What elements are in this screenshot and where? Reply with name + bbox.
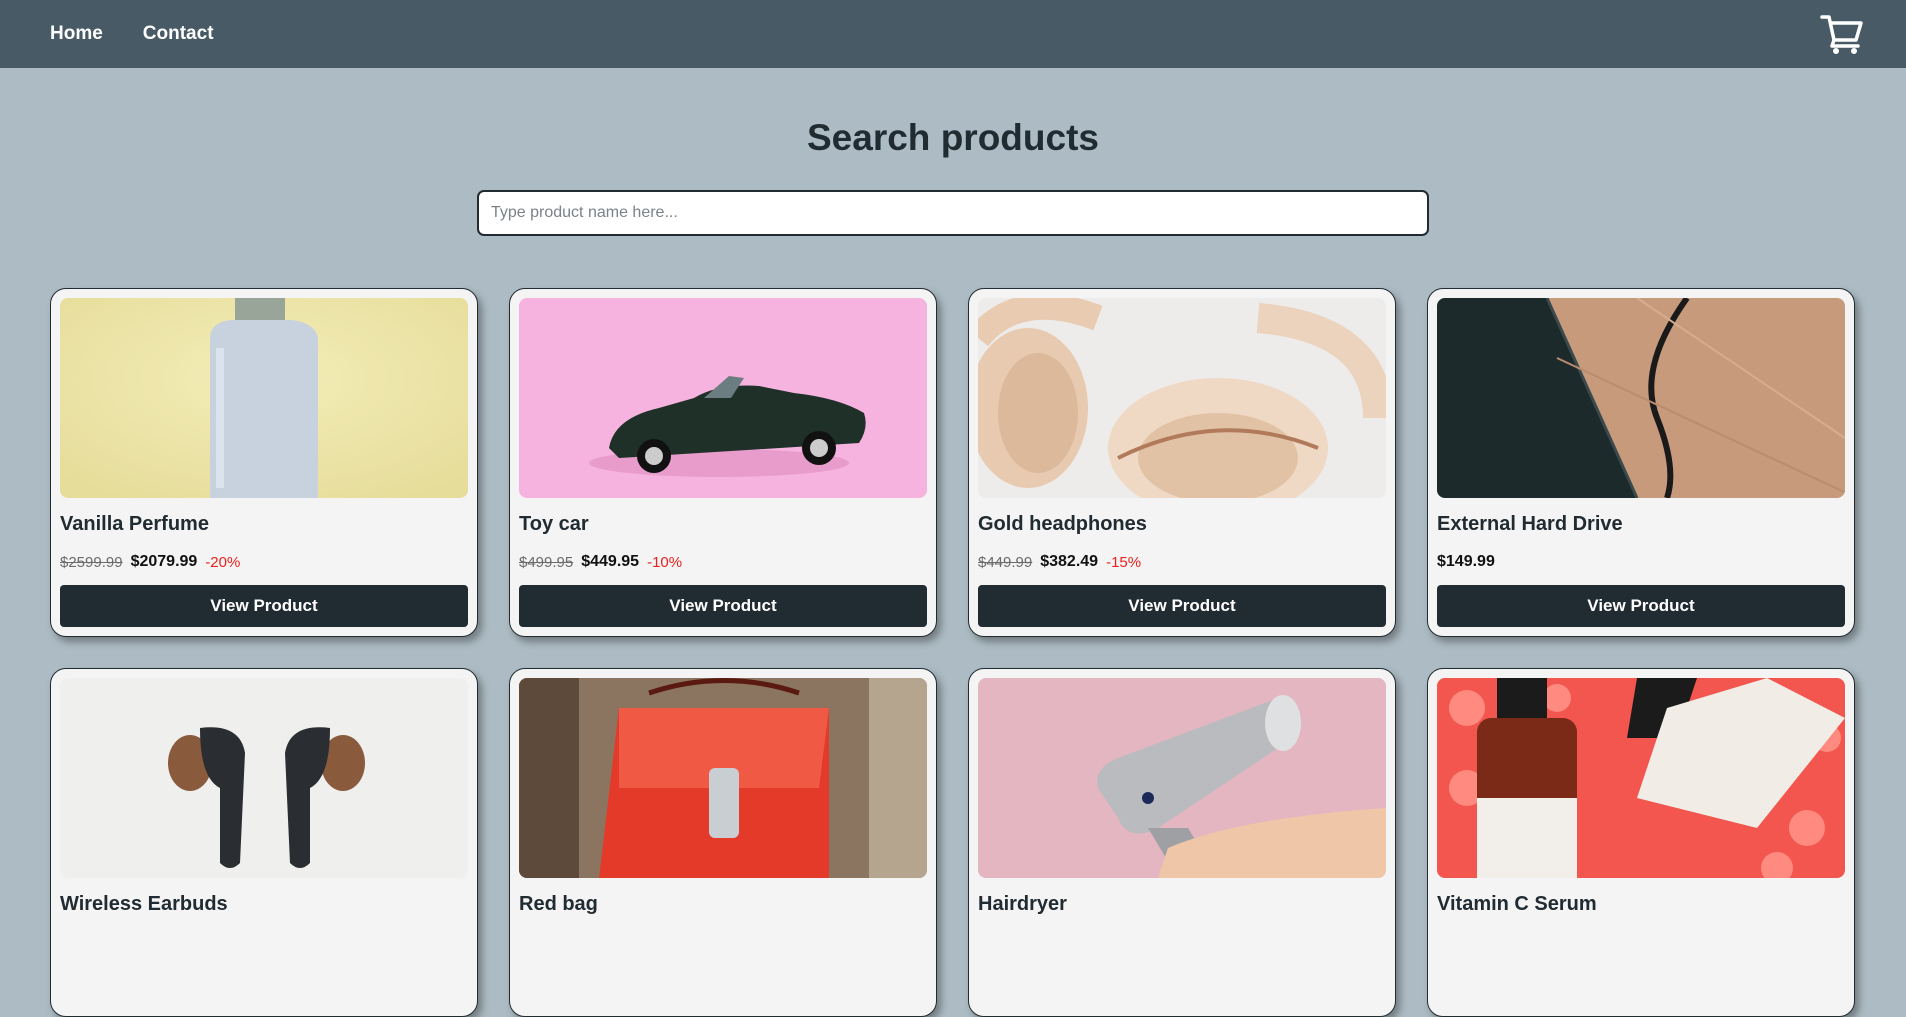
search-container	[0, 190, 1906, 236]
perfume-bottle-image[interactable]	[60, 298, 468, 498]
product-card: Vitamin C Serum	[1427, 668, 1855, 1017]
nav-links: Home Contact	[50, 23, 214, 45]
product-card: Vanilla Perfume $2599.99 $2079.99 -20% V…	[50, 288, 478, 637]
serum-bottles-image[interactable]	[1437, 678, 1845, 878]
price-row: $149.99	[1437, 552, 1845, 573]
old-price: $2599.99	[60, 553, 123, 571]
product-name: Gold headphones	[978, 513, 1147, 535]
price-row: $499.95 $449.95 -10%	[519, 552, 927, 573]
red-bag-image[interactable]	[519, 678, 927, 878]
headphones-image[interactable]	[978, 298, 1386, 498]
product-grid: Vanilla Perfume $2599.99 $2079.99 -20% V…	[0, 288, 1906, 1017]
current-price: $149.99	[1437, 553, 1495, 571]
price-row: $2599.99 $2079.99 -20%	[60, 552, 468, 573]
discount-badge: -15%	[1106, 553, 1142, 571]
view-product-button[interactable]: View Product	[60, 584, 468, 627]
product-name: Toy car	[519, 513, 589, 535]
product-name: Vanilla Perfume	[60, 513, 209, 535]
nav-contact-link[interactable]: Contact	[143, 23, 214, 45]
shopping-cart-icon[interactable]	[1818, 10, 1866, 58]
toy-car-image[interactable]	[519, 298, 927, 498]
discount-badge: -10%	[647, 553, 683, 571]
product-name: Wireless Earbuds	[60, 893, 228, 915]
old-price: $449.99	[978, 553, 1033, 571]
page-title: Search products	[807, 117, 1099, 158]
earbuds-image[interactable]	[60, 678, 468, 878]
search-input[interactable]	[477, 190, 1429, 236]
discount-badge: -20%	[205, 553, 241, 571]
product-card: Gold headphones $449.99 $382.49 -15% Vie…	[968, 288, 1396, 637]
view-product-button[interactable]: View Product	[978, 584, 1386, 627]
view-product-button[interactable]: View Product	[1437, 584, 1845, 627]
current-price: $449.95	[581, 553, 640, 571]
current-price: $2079.99	[130, 553, 198, 571]
product-card: Hairdryer	[968, 668, 1396, 1017]
product-card: Toy car $499.95 $449.95 -10% View Produc…	[509, 288, 937, 637]
product-name: External Hard Drive	[1437, 513, 1623, 535]
current-price: $382.49	[1040, 553, 1099, 571]
nav-home-link[interactable]: Home	[50, 23, 103, 45]
navbar: Home Contact	[0, 0, 1906, 68]
hairdryer-image[interactable]	[978, 678, 1386, 878]
product-card: Red bag	[509, 668, 937, 1017]
hard-drive-image[interactable]	[1437, 298, 1845, 498]
product-name: Hairdryer	[978, 893, 1067, 915]
view-product-button[interactable]: View Product	[519, 584, 927, 627]
product-card: Wireless Earbuds	[50, 668, 478, 1017]
product-name: Vitamin C Serum	[1437, 893, 1597, 915]
product-name: Red bag	[519, 893, 598, 915]
old-price: $499.95	[519, 553, 574, 571]
product-card: External Hard Drive $149.99 View Product	[1427, 288, 1855, 637]
price-row: $449.99 $382.49 -15%	[978, 552, 1386, 573]
